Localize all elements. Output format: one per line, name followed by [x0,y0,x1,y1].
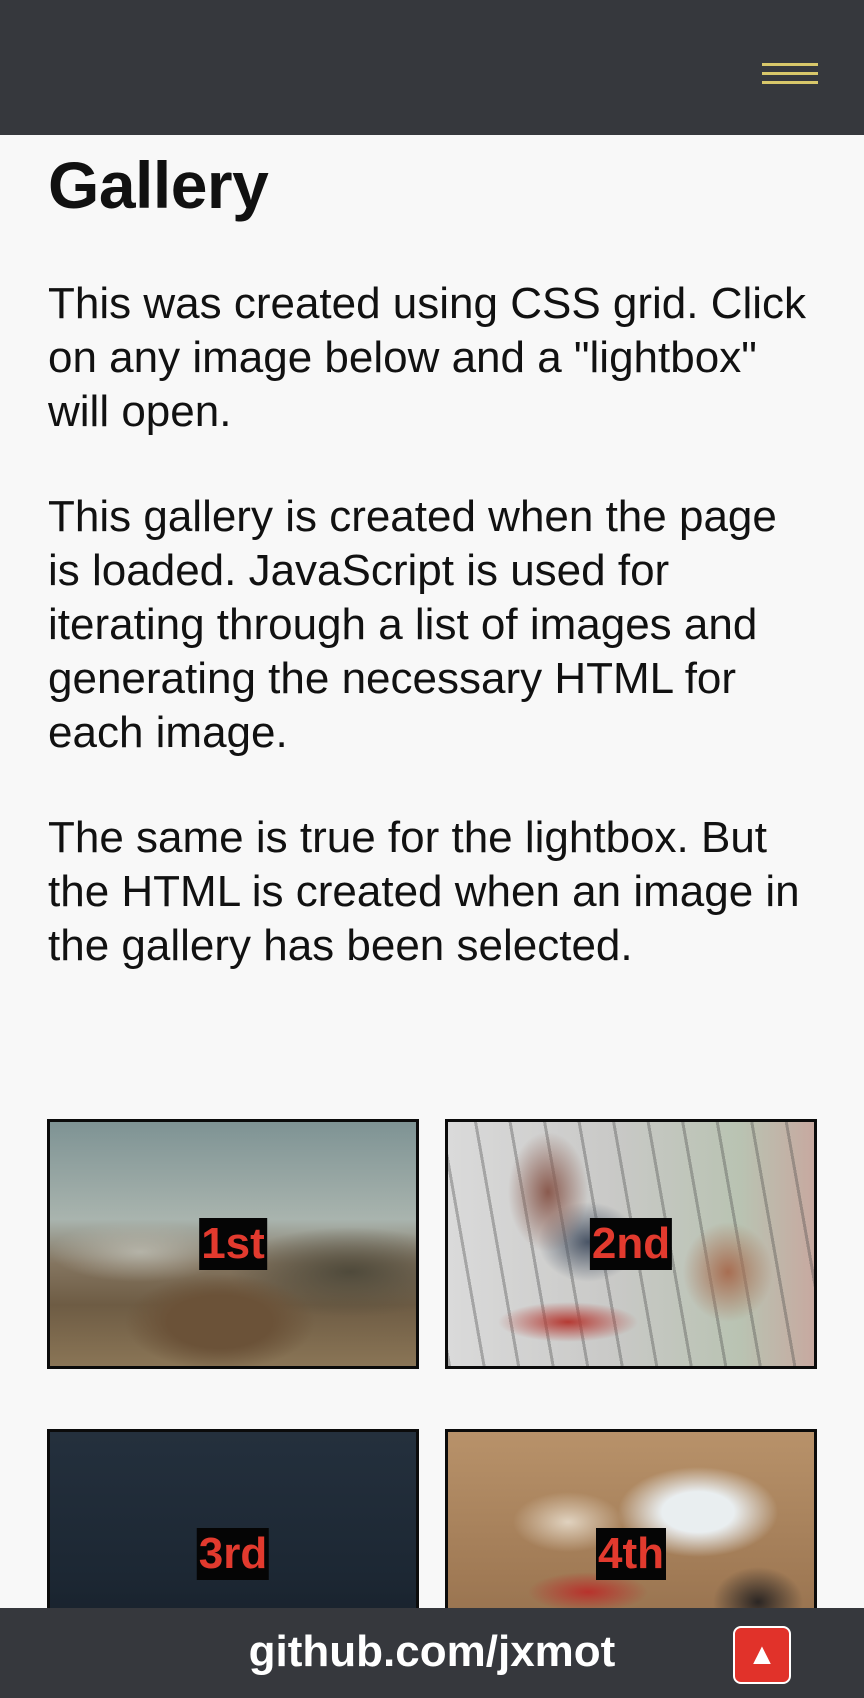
intro-paragraph-1: This was created using CSS grid. Click o… [48,279,807,436]
main-content: Gallery This was created using CSS grid.… [48,140,818,973]
up-arrow-icon: ▲ [747,1638,777,1671]
footer-bar: github.com/jxmot ▲ [0,1608,864,1698]
hamburger-menu-icon[interactable] [762,58,818,92]
gallery-item-label: 4th [596,1528,666,1580]
intro-paragraph-2: This gallery is created when the page is… [48,492,777,757]
menu-bar-line [762,72,818,75]
menu-bar-line [762,81,818,84]
back-to-top-button[interactable]: ▲ [733,1626,791,1684]
menu-bar-line [762,63,818,66]
top-navbar [0,0,864,135]
gallery-item-label: 1st [199,1218,267,1270]
gallery-item-label: 2nd [589,1218,673,1270]
gallery-item-label: 3rd [196,1528,270,1580]
gallery-item-1[interactable]: 1st [47,1119,419,1369]
gallery-grid: 1st 2nd 3rd 4th [47,1119,817,1679]
gallery-item-2[interactable]: 2nd [445,1119,817,1369]
intro-paragraph-3: The same is true for the lightbox. But t… [48,813,800,970]
page-title: Gallery [48,148,269,222]
